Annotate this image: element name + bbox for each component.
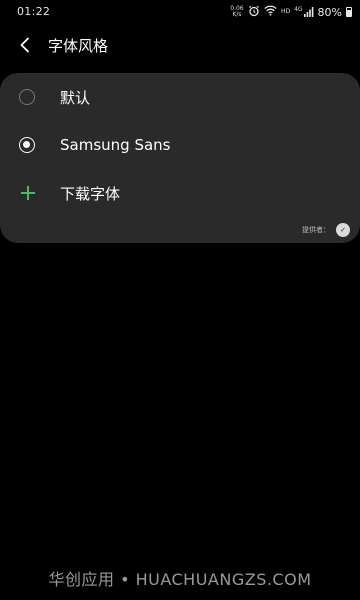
provider-label: 提供者： [302,226,330,234]
plus-icon [20,185,36,201]
radio-button[interactable] [19,89,35,105]
hd-label: HD [280,8,291,15]
download-fonts-button[interactable]: 下载字体 [0,170,360,216]
status-bar: 01:22 0.06 K/s HD 4G 80% [0,0,360,24]
back-arrow-icon [20,37,29,53]
battery-percent: 80% [317,5,342,19]
network-speed: 0.06 K/s [230,5,244,18]
signal-icon: 4G [294,7,313,17]
signal-label: 4G [294,6,303,13]
option-default[interactable]: 默认 [0,74,360,120]
option-label: Samsung Sans [60,136,171,154]
radio-button-selected[interactable] [19,137,35,153]
battery-icon [346,7,352,17]
font-style-card: 默认 Samsung Sans 下载字体 提供者： ✓ [0,73,360,243]
status-icons: 0.06 K/s HD 4G 80% [230,4,352,20]
alarm-icon [248,5,260,20]
download-fonts-label: 下载字体 [60,184,121,203]
provider: 提供者： ✓ [302,223,350,237]
header: 字体风格 [0,26,360,64]
back-button[interactable] [12,32,38,58]
provider-logo-icon: ✓ [336,223,350,237]
option-label: 默认 [60,88,91,107]
page-title: 字体风格 [48,37,109,55]
status-time: 01:22 [17,5,51,18]
watermark: 华创应用 • HUACHUANGZS.COM [48,570,312,589]
wifi-icon [264,5,277,19]
option-samsung-sans[interactable]: Samsung Sans [0,122,360,168]
